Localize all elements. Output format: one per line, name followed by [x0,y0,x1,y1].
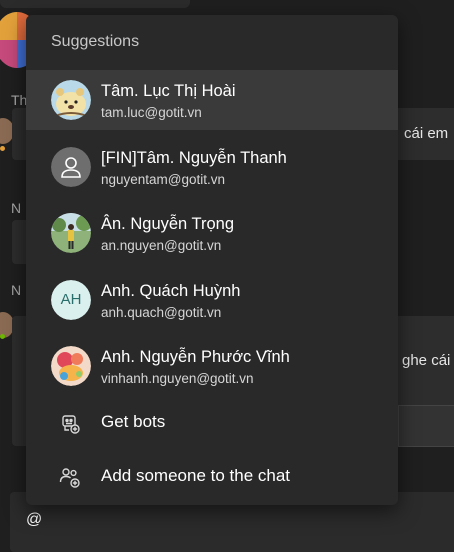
compose-input[interactable]: @ [26,511,42,529]
popup-title: Suggestions [51,33,140,50]
suggestion-item[interactable]: Tâm. Lục Thị Hoài tam.luc@gotit.vn [26,70,398,130]
sender-name-fragment: N [11,200,22,216]
person-email: tam.luc@gotit.vn [101,105,202,120]
person-email: vinhanh.nguyen@gotit.vn [101,371,254,386]
get-bots-label: Get bots [101,412,166,431]
person-email: anh.quach@gotit.vn [101,305,222,320]
photo-avatar [51,346,91,386]
message-text: cái em [404,125,449,142]
initials-avatar: AH [51,280,91,320]
add-someone-button[interactable]: Add someone to the chat [26,451,398,503]
person-name: Tâm. Lục Thị Hoài [101,82,236,100]
person-name: Anh. Nguyễn Phước Vĩnh [101,348,290,366]
suggestion-item[interactable]: [FIN]Tâm. Nguyễn Thanh nguyentam@gotit.v… [26,137,398,197]
person-name: Ân. Nguyễn Trọng [101,215,234,233]
suggestions-popup: Suggestions Tâm. Lục Thị Hoài tam.luc@go… [26,15,398,505]
add-someone-label: Add someone to the chat [101,466,291,485]
attachment-card [398,405,454,447]
status-dot [0,334,5,339]
bot-add-icon [58,411,82,435]
people-add-icon [58,465,82,489]
message-text: ghe cái [402,352,451,369]
person-email: nguyentam@gotit.vn [101,172,226,187]
status-dot [0,146,5,151]
person-email: an.nguyen@gotit.vn [101,238,222,253]
sender-name-fragment: Th [11,92,28,108]
message-card [0,0,190,8]
default-person-avatar [51,147,91,187]
person-name: Anh. Quách Huỳnh [101,282,241,300]
cartoon-avatar [51,80,91,120]
person-name: [FIN]Tâm. Nguyễn Thanh [101,149,287,167]
sender-name-fragment: N [11,282,22,298]
avatar-initials: AH [51,280,91,320]
suggestion-item[interactable]: Anh. Nguyễn Phước Vĩnh vinhanh.nguyen@go… [26,336,398,396]
suggestion-item[interactable]: AH Anh. Quách Huỳnh anh.quach@gotit.vn [26,270,398,330]
photo-avatar [51,213,91,253]
get-bots-button[interactable]: Get bots [26,397,398,449]
suggestion-item[interactable]: Ân. Nguyễn Trọng an.nguyen@gotit.vn [26,203,398,263]
